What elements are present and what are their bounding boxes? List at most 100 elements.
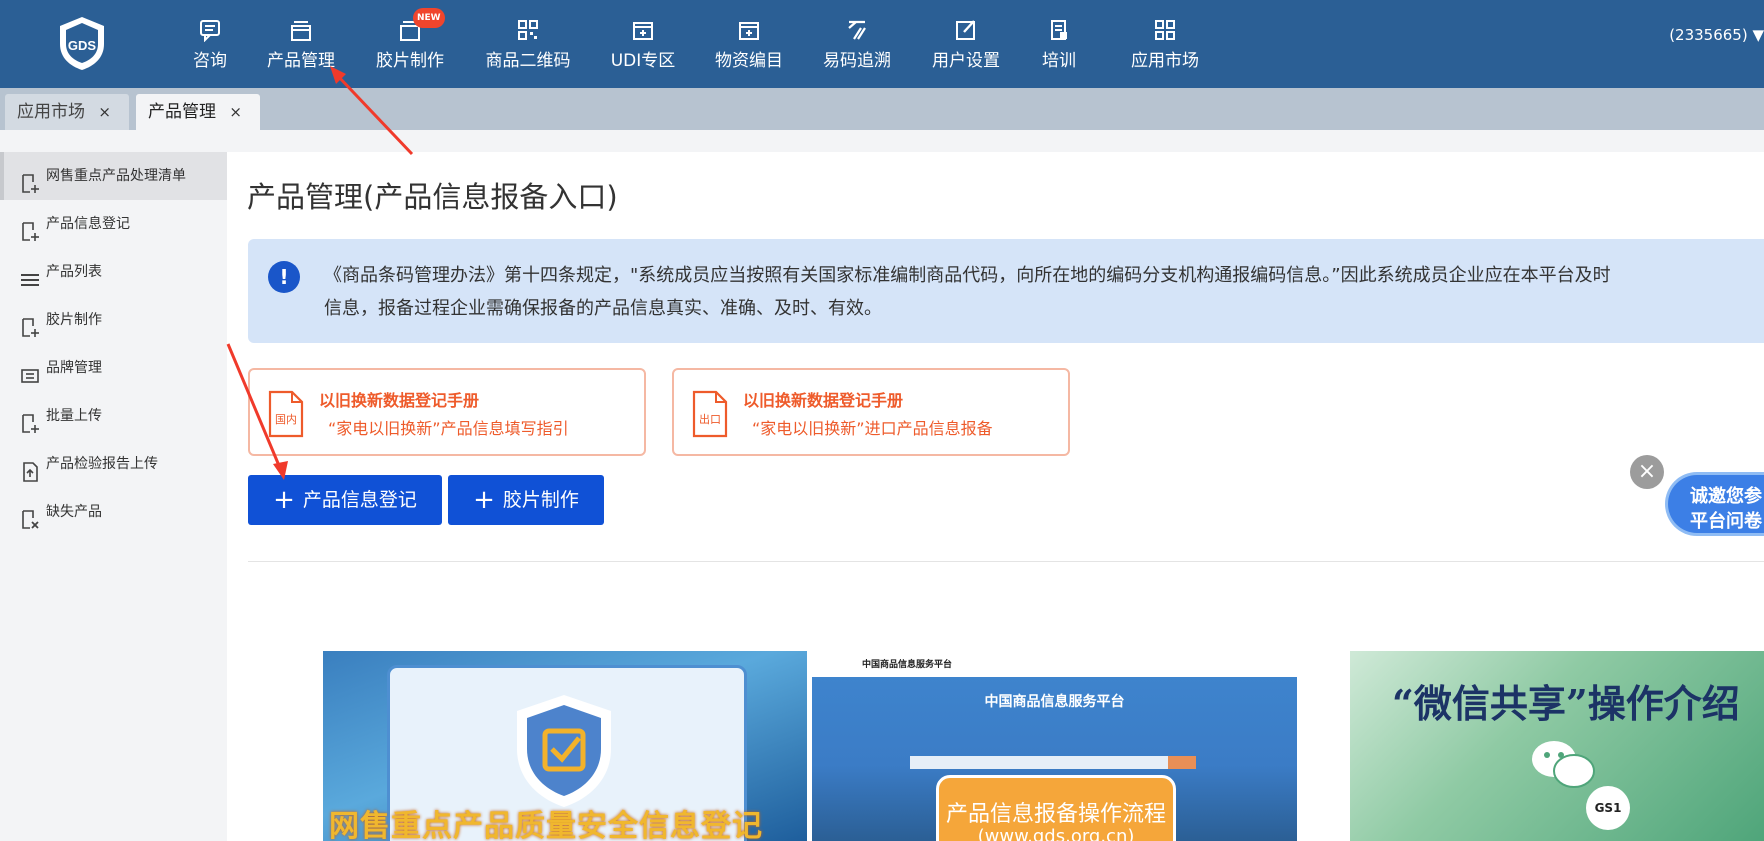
nav-consult-label: 咨询	[193, 51, 227, 71]
nav-consult[interactable]: 咨询	[188, 18, 232, 71]
doc-add-icon	[20, 406, 40, 433]
doc-add-icon	[20, 166, 40, 193]
import-doc-icon: 出口	[690, 390, 730, 438]
banner-caption: 网售重点产品质量安全信息登记	[329, 809, 763, 841]
banner-hero-title: 中国商品信息服务平台	[984, 694, 1125, 710]
banner-flow-url: (www.gds.org.cn)	[977, 826, 1135, 841]
nav-material-catalog[interactable]: 物资编目	[712, 18, 786, 71]
tab-app-market[interactable]: 应用市场 ×	[5, 94, 129, 130]
regulation-notice: ! 《商品条码管理办法》第十四条规定，"系统成员应当按照有关国家标准编制商品代码…	[248, 239, 1764, 343]
qr-code-icon	[482, 18, 574, 44]
notice-line-2: 信息，报备过程企业需确保报备的产品信息真实、准确、及时、有效。	[324, 298, 882, 319]
banner-site-name: 中国商品信息服务平台	[862, 660, 953, 670]
nav-training[interactable]: 培训	[1040, 18, 1078, 71]
survey-line-1: 诚邀您参	[1690, 486, 1762, 507]
domestic-badge-text: 国内	[275, 412, 297, 426]
section-divider	[248, 561, 1764, 562]
catalog-box-icon	[712, 18, 786, 44]
banner-product-filing-process[interactable]: 中国商品信息服务平台 中国商品信息服务平台 产品信息报备操作流程 (www.gd…	[812, 651, 1297, 841]
nav-product-management[interactable]: 产品管理	[264, 18, 338, 71]
nav-trace[interactable]: 易码追溯	[820, 18, 894, 71]
nav-material-catalog-label: 物资编目	[715, 51, 783, 71]
tab-app-market-label: 应用市场	[17, 102, 85, 122]
app-grid-icon	[1128, 18, 1202, 44]
banner-wechat-share[interactable]: “微信共享”操作介绍 GS1	[1350, 651, 1764, 841]
page-title: 产品管理(产品信息报备入口)	[247, 180, 618, 214]
notice-text: 《商品条码管理办法》第十四条规定，"系统成员应当按照有关国家标准编制商品代码，向…	[324, 259, 1764, 325]
nav-udi-zone[interactable]: UDI专区	[608, 18, 678, 71]
nav-udi-zone-label: UDI专区	[610, 51, 676, 71]
sidebar-item-label: 产品信息登记	[46, 216, 130, 232]
doc-add-icon	[20, 214, 40, 241]
sidebar-item-label: 网售重点产品处理清单	[46, 168, 186, 184]
sidebar-item-product-list[interactable]: 产品列表	[0, 248, 227, 296]
notice-line-1: 《商品条码管理办法》第十四条规定，"系统成员应当按照有关国家标准编制商品代码，向…	[324, 265, 1611, 286]
nav-app-market[interactable]: 应用市场	[1128, 18, 1202, 71]
nav-qr-code-label: 商品二维码	[485, 51, 571, 71]
wechat-icon	[1532, 741, 1595, 788]
nav-training-label: 培训	[1042, 51, 1076, 71]
banner-search-bar	[910, 756, 1196, 769]
sidebar-item-batch-upload[interactable]: 批量上传	[0, 392, 227, 440]
doc-upload-icon	[20, 454, 40, 482]
product-box-icon	[264, 18, 338, 44]
nav-app-market-label: 应用市场	[1131, 51, 1199, 71]
film-making-button[interactable]: + 胶片制作	[448, 475, 604, 525]
film-making-label: 胶片制作	[502, 489, 579, 511]
sidebar-item-online-key-products[interactable]: 网售重点产品处理清单	[0, 152, 227, 200]
product-register-label: 产品信息登记	[302, 489, 417, 511]
survey-line-2: 平台问卷	[1690, 511, 1762, 532]
tab-product-management-label: 产品管理	[148, 102, 216, 122]
chat-icon	[188, 18, 232, 44]
shield-check-icon	[517, 695, 611, 807]
nav-product-management-label: 产品管理	[267, 51, 335, 71]
tab-content-gap	[0, 130, 1764, 152]
gs1-logo: GS1	[1586, 786, 1630, 830]
popup-close-button[interactable]: ×	[1630, 455, 1664, 489]
import-badge-text: 出口	[699, 412, 721, 426]
banner-online-product-registration[interactable]: 网售重点产品质量安全信息登记	[323, 651, 807, 841]
banner-flow-card: 产品信息报备操作流程 (www.gds.org.cn)	[936, 775, 1176, 841]
sidebar-item-label: 品牌管理	[46, 360, 102, 376]
nav-qr-code[interactable]: 商品二维码	[482, 18, 574, 71]
list-icon	[20, 262, 40, 286]
main-content: 产品管理(产品信息报备入口) ! 《商品条码管理办法》第十四条规定，"系统成员应…	[227, 152, 1764, 841]
manual-title: 以旧换新数据登记手册	[743, 391, 904, 410]
training-doc-icon	[1040, 18, 1078, 44]
nav-user-settings[interactable]: 用户设置	[929, 18, 1003, 71]
sidebar-item-label: 产品检验报告上传	[46, 456, 158, 472]
doc-add-icon	[20, 310, 40, 337]
close-icon[interactable]: ×	[98, 94, 111, 130]
sidebar-item-inspection-report-upload[interactable]: 产品检验报告上传	[0, 440, 227, 488]
sidebar-item-label: 胶片制作	[46, 312, 102, 328]
tab-bar: 应用市场 × 产品管理 ×	[0, 88, 1764, 130]
plus-icon: +	[273, 485, 295, 515]
nav-trace-label: 易码追溯	[823, 51, 891, 71]
sidebar-item-brand-management[interactable]: 品牌管理	[0, 344, 227, 392]
account-menu[interactable]: (2335665) ▼	[1669, 26, 1764, 44]
product-register-button[interactable]: + 产品信息登记	[248, 475, 442, 525]
nav-film-making[interactable]: NEW 胶片制作	[373, 8, 447, 71]
sidebar-item-product-register[interactable]: 产品信息登记	[0, 200, 227, 248]
close-icon[interactable]: ×	[229, 94, 242, 130]
sidebar-item-film-making[interactable]: 胶片制作	[0, 296, 227, 344]
edit-user-icon	[929, 18, 1003, 44]
new-badge: NEW	[413, 8, 445, 28]
gds-logo[interactable]: GDS	[54, 14, 110, 72]
banner-flow-title: 产品信息报备操作流程	[945, 802, 1166, 827]
top-navigation-bar: GDS 咨询 产品管理 NEW 胶片制作 商品二维码 UDI专区 物资编目 易码…	[0, 0, 1764, 88]
sidebar-item-label: 产品列表	[46, 264, 102, 280]
manual-subtitle: “家电以旧换新”进口产品信息报备	[752, 419, 993, 438]
sidebar-item-missing-products[interactable]: 缺失产品	[0, 488, 227, 536]
nav-film-making-label: 胶片制作	[376, 51, 444, 71]
manual-title: 以旧换新数据登记手册	[319, 391, 480, 410]
domestic-manual-card[interactable]: 国内 以旧换新数据登记手册 “家电以旧换新”产品信息填写指引	[248, 368, 646, 456]
tab-product-management[interactable]: 产品管理 ×	[136, 94, 260, 130]
trace-code-icon	[820, 18, 894, 44]
banner-search-button	[1168, 756, 1196, 769]
brand-icon	[20, 358, 40, 383]
import-manual-card[interactable]: 出口 以旧换新数据登记手册 “家电以旧换新”进口产品信息报备	[672, 368, 1070, 456]
doc-missing-icon	[20, 502, 40, 529]
survey-invite-popup[interactable]: 诚邀您参 平台问卷	[1665, 472, 1764, 536]
manual-subtitle: “家电以旧换新”产品信息填写指引	[328, 419, 569, 438]
